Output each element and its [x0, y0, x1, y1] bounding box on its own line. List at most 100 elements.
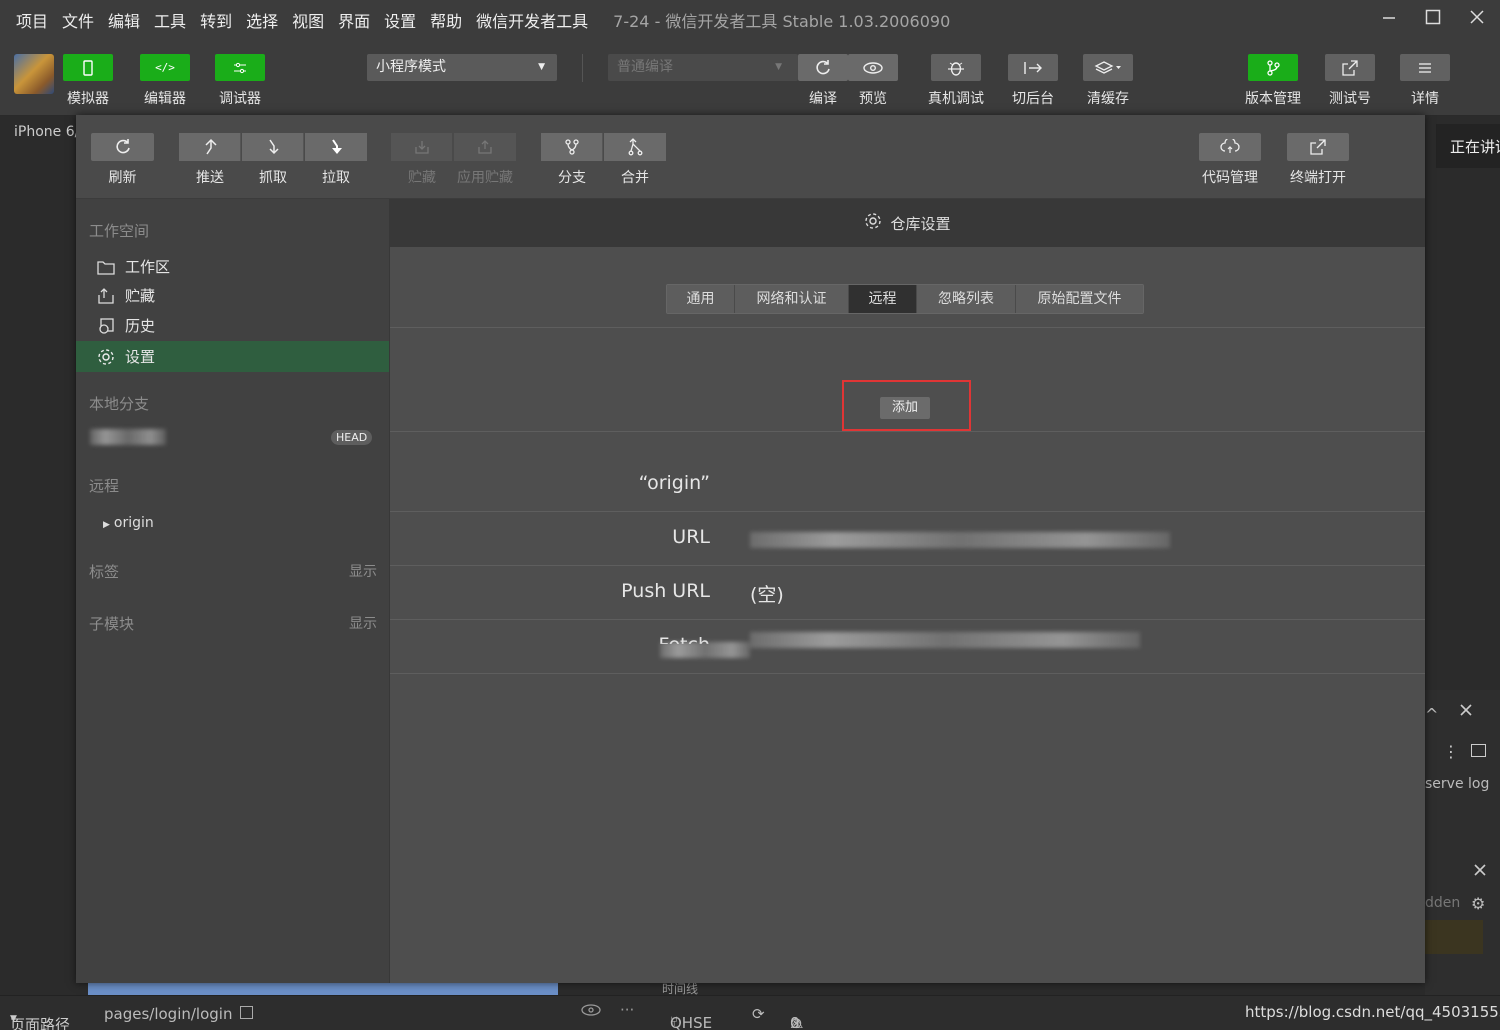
refresh-icon	[115, 139, 130, 154]
mode-select[interactable]: 小程序模式 ▼	[367, 54, 557, 81]
more-horiz-icon[interactable]: ···	[620, 1001, 634, 1019]
remote-origin-item[interactable]: ▶ origin	[103, 515, 154, 531]
fetch-icon	[268, 139, 279, 155]
mode-select-value: 小程序模式	[376, 59, 446, 75]
tags-show-link[interactable]: 显示	[349, 561, 377, 581]
submodule-show-link[interactable]: 显示	[349, 613, 377, 633]
page-path-value[interactable]: pages/login/login	[104, 1005, 232, 1023]
fetch-label: 抓取	[259, 170, 287, 186]
log-entry	[1425, 920, 1483, 954]
tab-ignore-list[interactable]: 忽略列表	[917, 285, 1016, 313]
terminal-open-button[interactable]: 终端打开	[1287, 133, 1349, 187]
sidebar-item-label: 设置	[125, 348, 156, 366]
tab-remote[interactable]: 远程	[849, 285, 917, 313]
local-branch-title: 本地分支	[89, 395, 150, 413]
device-label[interactable]: iPhone 6/	[14, 124, 79, 140]
menu-view[interactable]: 视图	[285, 8, 331, 32]
details-button[interactable]: 详情	[1400, 54, 1450, 108]
menu-settings[interactable]: 设置	[377, 8, 423, 32]
sidebar-item-label: 历史	[125, 317, 156, 335]
menu-wechat-devtools[interactable]: 微信开发者工具	[469, 8, 595, 32]
compile-mode-select[interactable]: 普通编译 ▼	[608, 54, 798, 81]
debugger-label: 调试器	[219, 91, 261, 107]
sidebar-item-label: 工作区	[125, 258, 171, 276]
menu-select[interactable]: 选择	[239, 8, 285, 32]
merge-button[interactable]: 合并	[604, 133, 666, 187]
repo-settings-dialog: 刷新 推送 抓取 拉取 贮藏 应用贮藏 分支 合并 代码管理 终端打开 工作空间…	[76, 115, 1425, 983]
pull-button[interactable]: 拉取	[305, 133, 367, 187]
real-debug-button[interactable]: 真机调试	[928, 54, 984, 108]
warning-count: 0	[790, 1014, 800, 1030]
menu-project[interactable]: 项目	[0, 8, 55, 32]
preview-label: 预览	[859, 91, 887, 107]
sidebar-item-stash[interactable]: 贮藏	[76, 280, 389, 311]
dock-icon[interactable]	[1471, 744, 1486, 757]
close-icon[interactable]	[1459, 702, 1473, 721]
maximize-icon[interactable]	[1418, 6, 1448, 34]
menu-bar: 项目 文件 编辑 工具 转到 选择 视图 界面 设置 帮助 微信开发者工具 7-…	[0, 0, 1500, 40]
redacted-fetch-value	[750, 632, 1140, 648]
remote-name: “origin”	[638, 472, 710, 494]
tab-general[interactable]: 通用	[667, 285, 735, 313]
preserve-log-label[interactable]: serve log	[1425, 776, 1489, 792]
submodule-title: 子模块	[89, 615, 135, 633]
tab-network-auth[interactable]: 网络和认证	[735, 285, 849, 313]
tab-raw-config[interactable]: 原始配置文件	[1016, 285, 1143, 313]
history-icon	[97, 317, 115, 335]
sidebar-item-history[interactable]: 历史	[76, 310, 389, 341]
close-icon[interactable]	[1462, 6, 1492, 34]
workspace-title: 工作空间	[89, 222, 150, 240]
menu-edit[interactable]: 编辑	[101, 8, 147, 32]
hidden-label: dden	[1425, 895, 1461, 911]
timeline-tab[interactable]: 时间线	[650, 982, 900, 996]
copy-icon[interactable]	[240, 1006, 253, 1019]
apply-stash-icon	[478, 140, 492, 154]
push-button[interactable]: 推送	[179, 133, 241, 187]
refresh-button[interactable]: 刷新	[91, 133, 154, 187]
eye-icon	[863, 61, 883, 74]
version-button[interactable]: 版本管理	[1245, 54, 1301, 108]
editor-button[interactable]: </> 编辑器	[140, 54, 190, 108]
simulator-button[interactable]: 模拟器	[63, 54, 113, 108]
code-mgmt-button[interactable]: 代码管理	[1199, 133, 1261, 187]
gear-icon[interactable]: ⚙	[1471, 894, 1485, 913]
remote-title: 远程	[89, 477, 120, 495]
background-button[interactable]: 切后台	[1008, 54, 1058, 108]
sidebar-item-workspace[interactable]: 工作区	[76, 251, 389, 282]
minimize-icon[interactable]	[1374, 6, 1404, 34]
repo-settings-header: 仓库设置	[390, 199, 1425, 247]
apply-stash-button: 应用贮藏	[454, 133, 516, 187]
watermark: https://blog.csdn.net/qq_45031555	[1245, 1003, 1500, 1021]
sync-icon[interactable]: ⟳	[752, 1005, 765, 1023]
redacted-url-value	[750, 532, 1170, 548]
clear-cache-button[interactable]: 清缓存	[1083, 54, 1133, 108]
fetch-button[interactable]: 抓取	[242, 133, 304, 187]
close-icon[interactable]	[1473, 862, 1487, 881]
add-remote-button[interactable]: 添加	[880, 397, 930, 419]
page-title: 仓库设置	[890, 214, 951, 233]
eye-icon[interactable]	[580, 1003, 602, 1021]
menu-goto[interactable]: 转到	[193, 8, 239, 32]
menu-file[interactable]: 文件	[55, 8, 101, 32]
bug-icon	[948, 61, 964, 76]
debugger-button[interactable]: 调试器	[215, 54, 265, 108]
sidebar-item-label: 贮藏	[125, 287, 156, 305]
sidebar-item-settings[interactable]: 设置	[76, 341, 389, 372]
redacted-branch-name	[90, 429, 166, 445]
chevron-up-icon[interactable]: ^	[1425, 705, 1438, 724]
divider	[582, 54, 583, 82]
menu-tools[interactable]: 工具	[147, 8, 193, 32]
menu-interface[interactable]: 界面	[331, 8, 377, 32]
compile-button[interactable]: 编译	[798, 54, 848, 108]
more-vert-icon[interactable]: ⋮	[1443, 742, 1459, 761]
pull-icon	[332, 139, 342, 154]
branch-button[interactable]: 分支	[541, 133, 603, 187]
avatar[interactable]	[14, 54, 54, 94]
tags-title: 标签	[89, 563, 120, 581]
branch-icon	[1267, 59, 1280, 76]
test-account-button[interactable]: 测试号	[1325, 54, 1375, 108]
menu-help[interactable]: 帮助	[423, 8, 469, 32]
preview-button[interactable]: 预览	[848, 54, 898, 108]
code-mgmt-label: 代码管理	[1202, 170, 1258, 186]
terminal-open-label: 终端打开	[1290, 170, 1346, 186]
